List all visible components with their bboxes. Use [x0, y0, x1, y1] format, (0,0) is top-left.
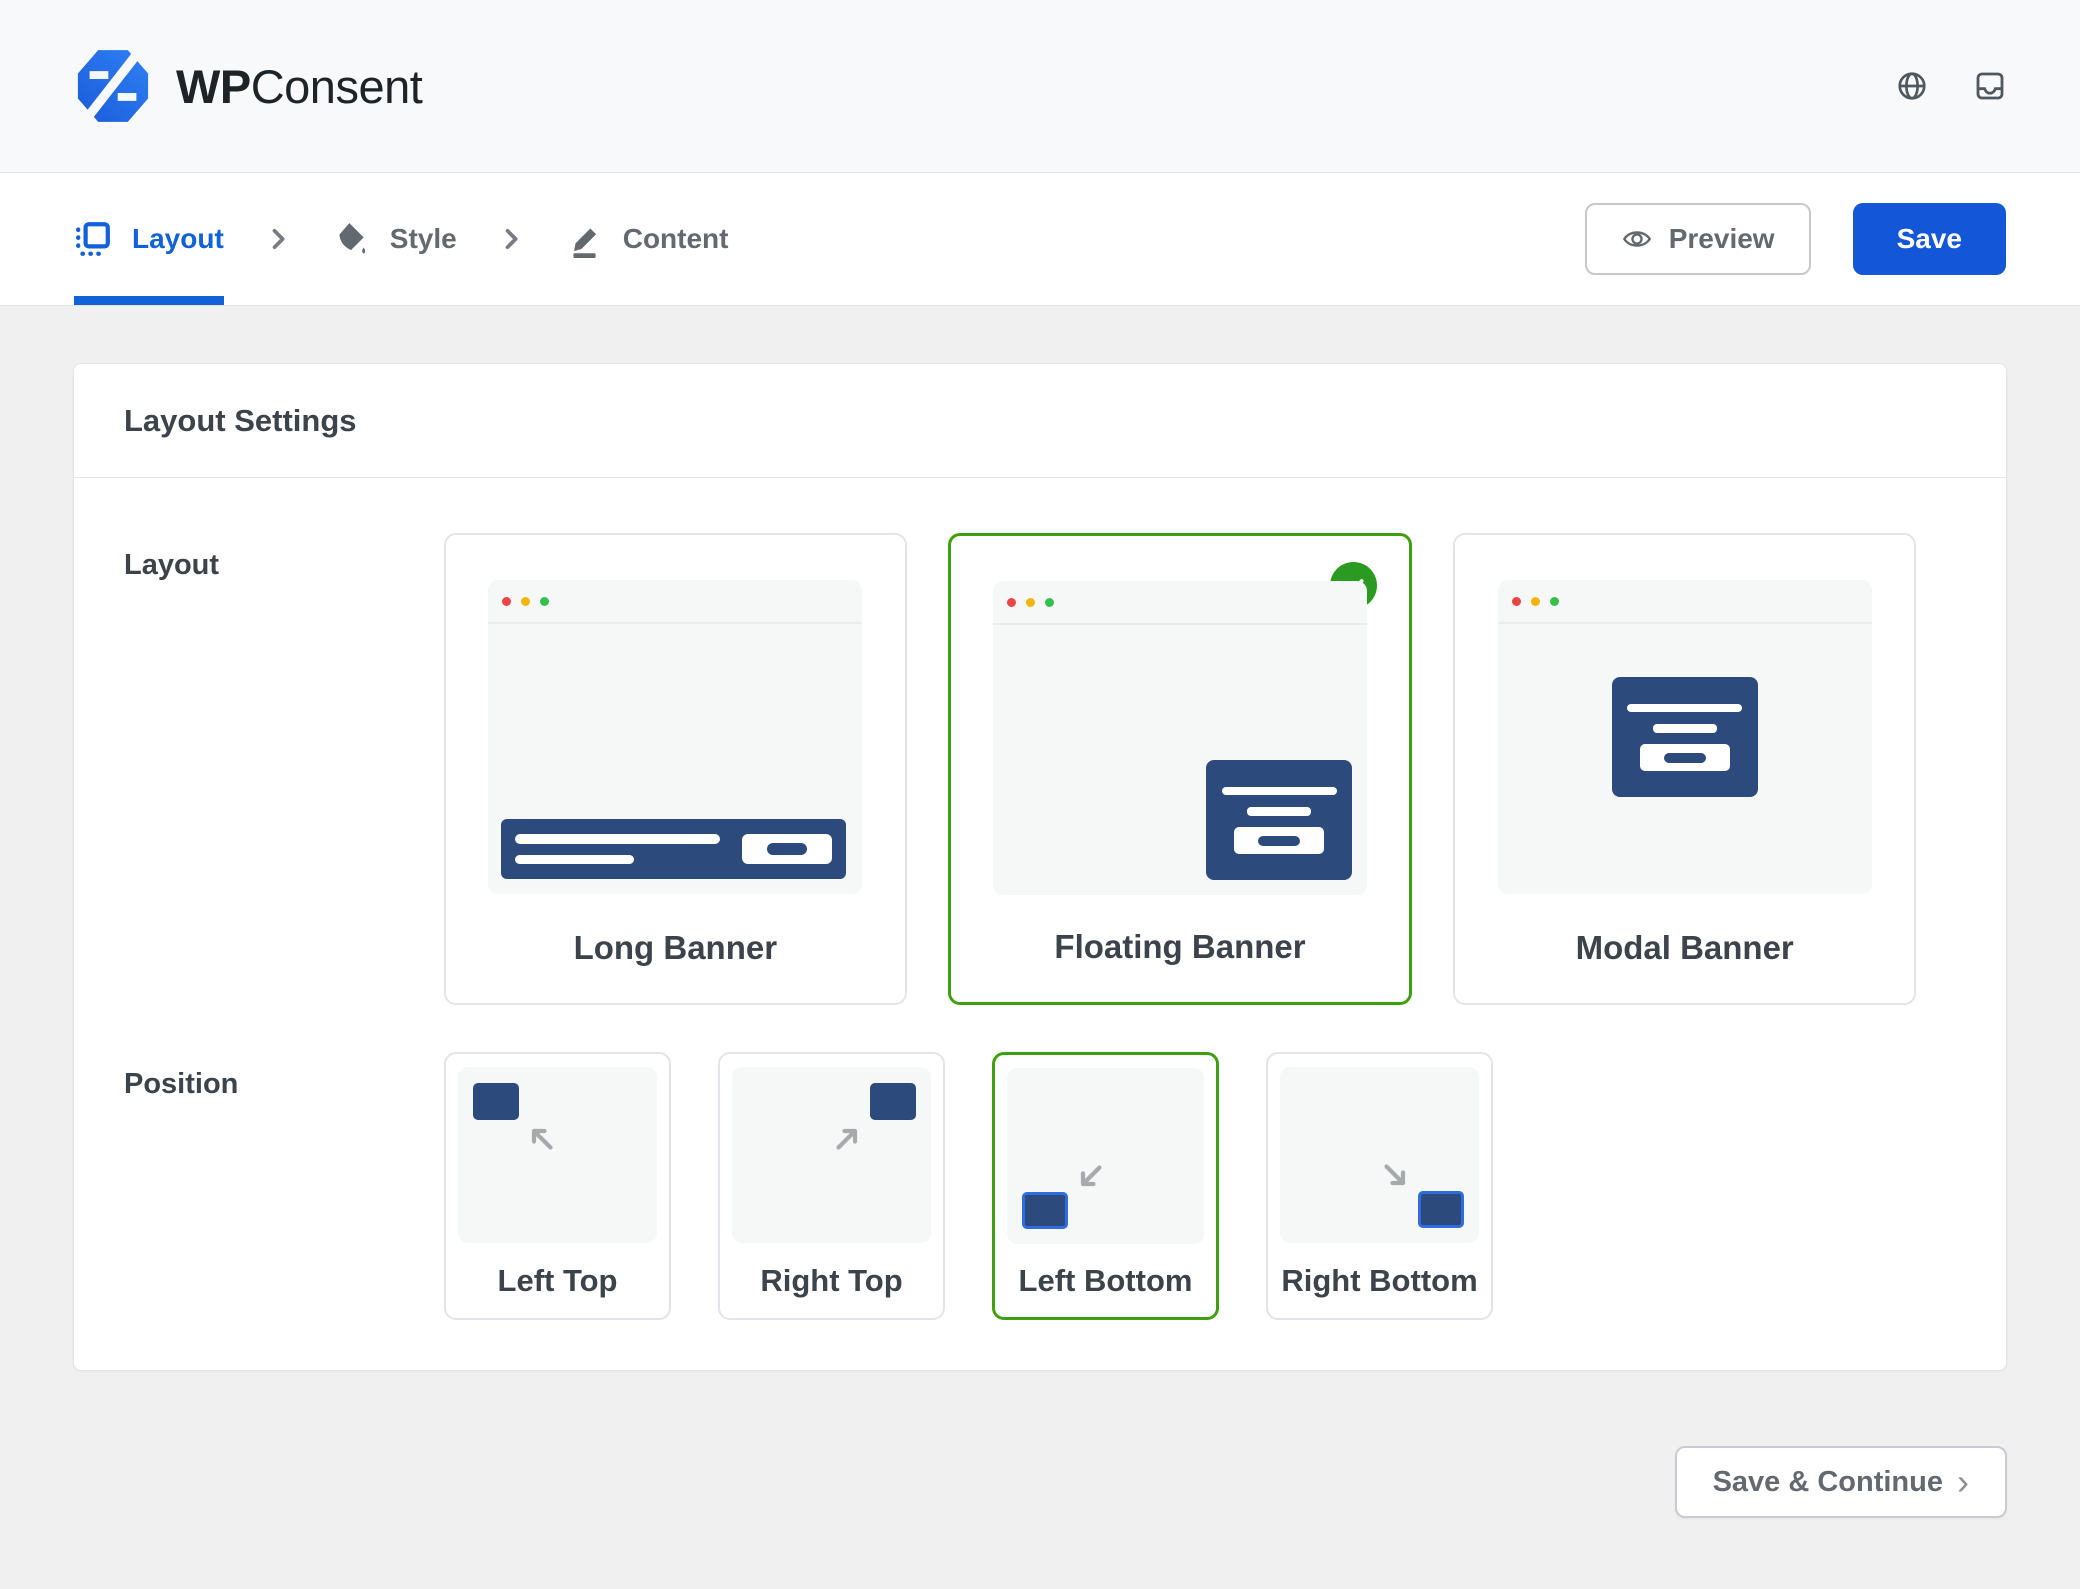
banner-position-shape — [473, 1083, 519, 1120]
brand-name: WPConsent — [176, 59, 422, 114]
save-and-continue-label: Save & Continue — [1713, 1466, 1943, 1499]
position-screen — [458, 1067, 657, 1243]
browser-mockup-titlebar — [488, 580, 862, 624]
layout-option-label: Long Banner — [574, 929, 778, 967]
tab-layout-label: Layout — [132, 223, 224, 255]
browser-mockup — [1498, 580, 1872, 894]
window-dot-green-icon — [1045, 598, 1054, 607]
panel-header: Layout Settings — [74, 364, 2006, 478]
window-dot-red-icon — [502, 597, 511, 606]
banner-position-shape — [1418, 1191, 1464, 1228]
layout-option-floating-banner[interactable]: Floating Banner — [948, 533, 1413, 1005]
chevron-right-icon: › — [1957, 1468, 1969, 1497]
window-dot-yellow-icon — [521, 597, 530, 606]
position-row-label: Position — [124, 1052, 444, 1320]
layout-option-label: Floating Banner — [1054, 928, 1305, 966]
wpconsent-logo: WPConsent — [74, 47, 422, 125]
window-dot-yellow-icon — [1026, 598, 1035, 607]
layout-setting-row: Layout — [124, 533, 1916, 1005]
inbox-icon[interactable] — [1974, 70, 2006, 102]
banner-button-shape — [1640, 744, 1730, 771]
arrow-down-left-icon — [1071, 1160, 1107, 1196]
footer-actions: Save & Continue › — [0, 1371, 2080, 1518]
tab-style-label: Style — [390, 223, 457, 255]
position-option-right-bottom[interactable]: Right Bottom — [1266, 1052, 1493, 1320]
chevron-right-icon — [264, 173, 292, 305]
layout-option-long-banner[interactable]: Long Banner — [444, 533, 907, 1005]
main-content: Layout Settings Layout — [0, 306, 2080, 1371]
eye-icon — [1621, 223, 1653, 255]
chevron-right-icon — [497, 173, 525, 305]
arrow-up-left-icon — [522, 1119, 558, 1155]
browser-mockup — [993, 581, 1367, 895]
layout-icon — [74, 220, 112, 258]
position-screen — [1280, 1067, 1479, 1243]
layout-option-modal-banner[interactable]: Modal Banner — [1453, 533, 1916, 1005]
brand-name-rest: Consent — [251, 60, 423, 113]
arrow-down-right-icon — [1379, 1159, 1415, 1195]
layout-option-label: Modal Banner — [1576, 929, 1794, 967]
globe-icon[interactable] — [1896, 70, 1928, 102]
position-option-label: Left Top — [446, 1243, 669, 1318]
layout-options: Long Banner — [444, 533, 1916, 1005]
window-dot-red-icon — [1512, 597, 1521, 606]
window-dot-green-icon — [1550, 597, 1559, 606]
banner-text-lines — [515, 834, 720, 864]
browser-mockup — [488, 580, 862, 894]
position-option-label: Right Bottom — [1268, 1243, 1491, 1318]
style-bucket-icon — [332, 220, 370, 258]
banner-position-shape — [1022, 1192, 1068, 1229]
window-dot-red-icon — [1007, 598, 1016, 607]
banner-button-shape — [1234, 827, 1324, 854]
modal-banner-illustration — [1612, 677, 1758, 797]
arrow-up-right-icon — [831, 1119, 867, 1155]
position-option-left-top[interactable]: Left Top — [444, 1052, 671, 1320]
window-dot-green-icon — [540, 597, 549, 606]
banner-position-shape — [870, 1083, 916, 1120]
position-option-label: Right Top — [720, 1243, 943, 1318]
window-dot-yellow-icon — [1531, 597, 1540, 606]
steps-tabbar: Layout Style Co — [0, 172, 2080, 306]
browser-mockup-titlebar — [1498, 580, 1872, 624]
banner-button-shape — [742, 834, 832, 864]
tabbar-actions: Preview Save — [1585, 173, 2006, 305]
position-screen — [732, 1067, 931, 1243]
position-option-label: Left Bottom — [995, 1244, 1216, 1317]
position-setting-row: Position Left Top — [124, 1052, 1916, 1320]
content-pencil-icon — [565, 220, 603, 258]
position-option-left-bottom[interactable]: Left Bottom — [992, 1052, 1219, 1320]
brand-name-bold: WP — [176, 60, 251, 113]
floating-banner-illustration — [1206, 760, 1352, 880]
wpconsent-settings-page: WPConsent — [0, 0, 2080, 1589]
preview-button[interactable]: Preview — [1585, 203, 1811, 275]
long-banner-illustration — [501, 819, 846, 879]
position-options: Left Top Right Top — [444, 1052, 1916, 1320]
save-button-label: Save — [1897, 223, 1962, 254]
step-tabs: Layout Style Co — [74, 173, 728, 305]
tab-layout[interactable]: Layout — [74, 173, 224, 305]
app-header: WPConsent — [0, 0, 2080, 172]
panel-title: Layout Settings — [124, 403, 357, 439]
save-button[interactable]: Save — [1853, 203, 2006, 275]
panel-body: Layout — [74, 478, 2006, 1370]
header-actions — [1896, 70, 2006, 102]
position-option-right-top[interactable]: Right Top — [718, 1052, 945, 1320]
position-screen — [1007, 1068, 1204, 1244]
preview-button-label: Preview — [1669, 223, 1775, 255]
tab-style[interactable]: Style — [332, 173, 457, 305]
layout-row-label: Layout — [124, 533, 444, 1005]
tab-content-label: Content — [623, 223, 729, 255]
wpconsent-logo-icon — [74, 47, 152, 125]
browser-mockup-titlebar — [993, 581, 1367, 625]
layout-settings-panel: Layout Settings Layout — [73, 363, 2007, 1371]
tab-content[interactable]: Content — [565, 173, 729, 305]
save-and-continue-button[interactable]: Save & Continue › — [1675, 1446, 2007, 1518]
